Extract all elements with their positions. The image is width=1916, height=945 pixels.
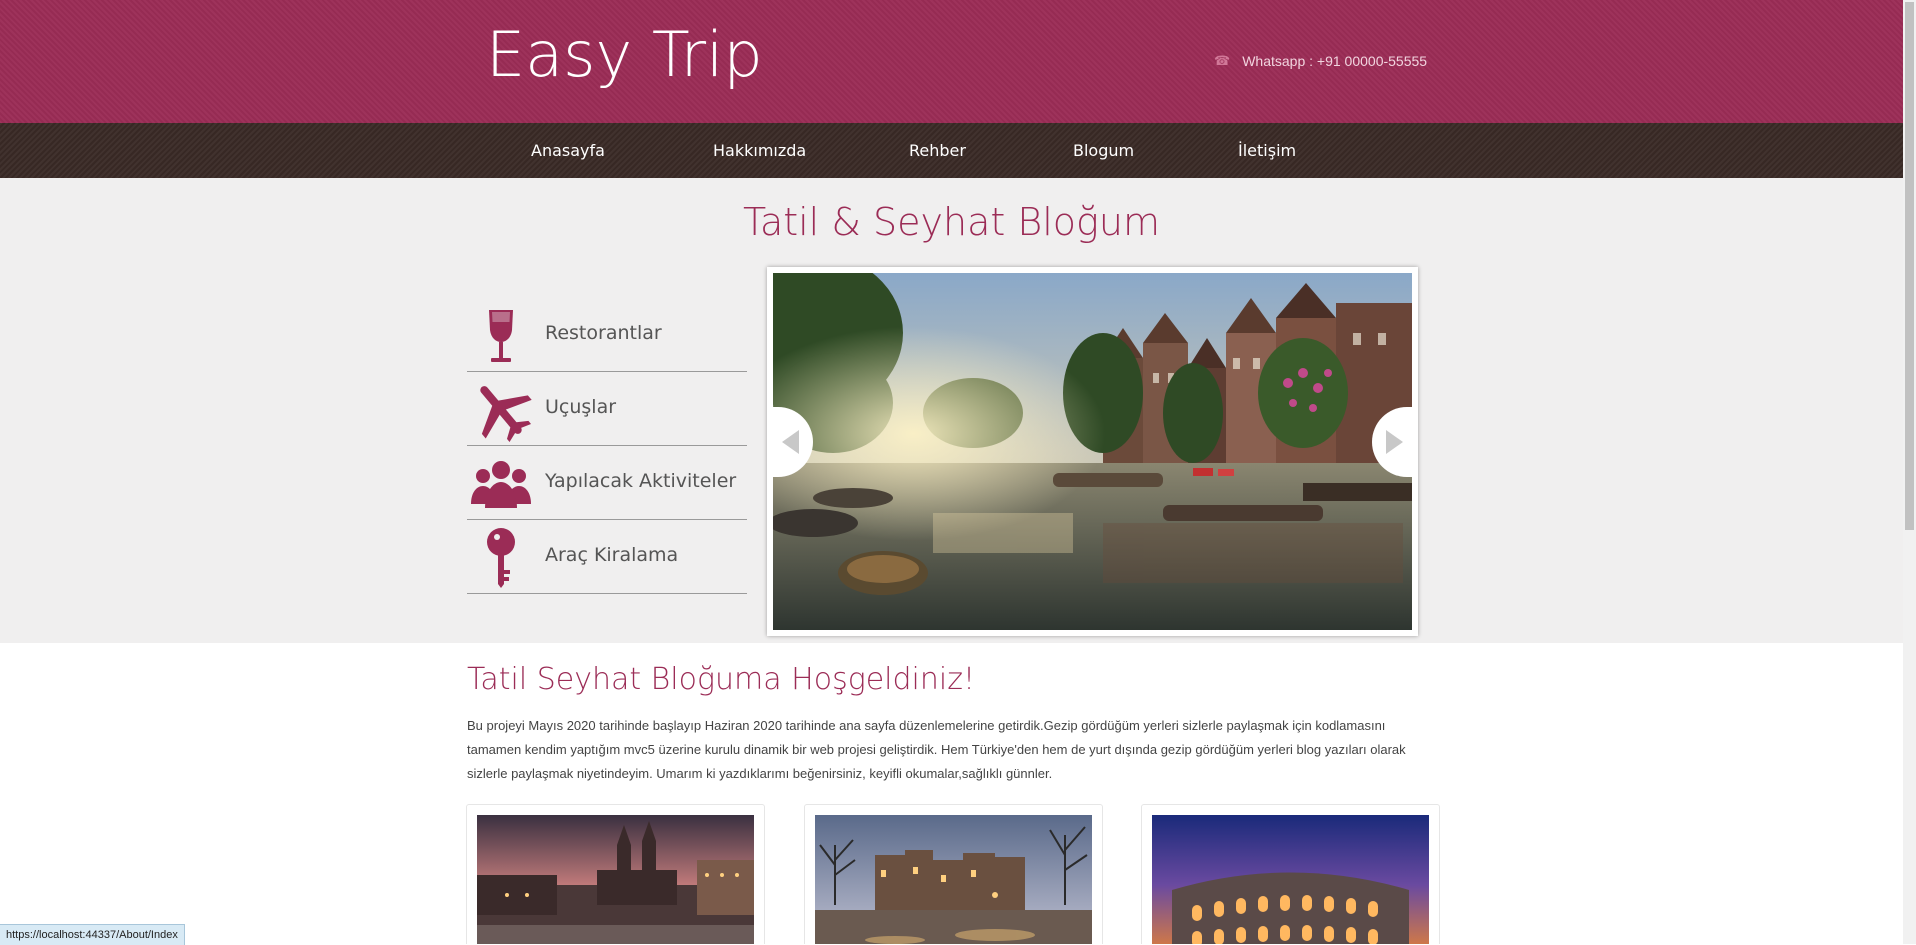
chevron-left-icon bbox=[782, 430, 799, 454]
airplane-icon bbox=[480, 386, 532, 442]
blog-card[interactable] bbox=[1141, 804, 1440, 944]
image-slider bbox=[767, 267, 1418, 636]
phone-icon: ☎ bbox=[1214, 53, 1231, 68]
category-label: Araç Kiralama bbox=[545, 544, 679, 566]
blog-card-image[interactable] bbox=[1152, 815, 1429, 944]
welcome-title: Tatil Seyhat Bloğuma Hoşgeldiniz! bbox=[467, 662, 975, 697]
nav-item-hakkimizda[interactable]: Hakkımızda bbox=[713, 141, 806, 160]
site-header: Easy Trip ☎ Whatsapp : +91 00000-55555 bbox=[0, 0, 1903, 123]
main-nav: Anasayfa Hakkımızda Rehber Blogum İletiş… bbox=[0, 123, 1903, 178]
category-list: Restorantlar Uçuşlar Yapılacak Aktivitel… bbox=[467, 298, 747, 594]
nav-item-anasayfa[interactable]: Anasayfa bbox=[531, 141, 605, 160]
contact-info: ☎ Whatsapp : +91 00000-55555 bbox=[1214, 53, 1427, 69]
slide-image bbox=[773, 273, 1412, 630]
welcome-text: Bu projeyi Mayıs 2020 tarihinde başlayıp… bbox=[467, 718, 1406, 781]
browser-status-bar: https://localhost:44337/About/Index bbox=[0, 924, 185, 945]
key-icon bbox=[487, 528, 515, 588]
nav-item-rehber[interactable]: Rehber bbox=[909, 141, 966, 160]
category-label: Restorantlar bbox=[545, 322, 662, 344]
category-aktiviteler[interactable]: Yapılacak Aktiviteler bbox=[467, 446, 747, 520]
vertical-scrollbar[interactable] bbox=[1903, 0, 1916, 944]
hero-banner: Tatil & Seyhat Bloğum Restorantlar Uçuşl… bbox=[0, 178, 1903, 643]
contact-text: Whatsapp : +91 00000-55555 bbox=[1242, 53, 1428, 69]
nav-item-blogum[interactable]: Blogum bbox=[1073, 141, 1134, 160]
category-label: Uçuşlar bbox=[545, 396, 617, 418]
nav-item-iletisim[interactable]: İletişim bbox=[1238, 141, 1296, 160]
banner-title: Tatil & Seyhat Bloğum bbox=[743, 200, 1160, 244]
category-label: Yapılacak Aktiviteler bbox=[545, 470, 737, 492]
blog-card[interactable] bbox=[466, 804, 765, 944]
site-logo[interactable]: Easy Trip bbox=[486, 18, 763, 92]
category-restorantlar[interactable]: Restorantlar bbox=[467, 298, 747, 372]
blog-card-image[interactable] bbox=[477, 815, 754, 944]
scrollbar-thumb[interactable] bbox=[1905, 2, 1914, 530]
wine-glass-icon bbox=[489, 310, 513, 362]
blog-card[interactable] bbox=[804, 804, 1103, 944]
people-group-icon bbox=[471, 461, 531, 508]
page: Easy Trip ☎ Whatsapp : +91 00000-55555 A… bbox=[0, 0, 1903, 944]
blog-card-image[interactable] bbox=[815, 815, 1092, 944]
category-ucuslar[interactable]: Uçuşlar bbox=[467, 372, 747, 446]
chevron-right-icon bbox=[1386, 430, 1403, 454]
category-arac-kiralama[interactable]: Araç Kiralama bbox=[467, 520, 747, 594]
